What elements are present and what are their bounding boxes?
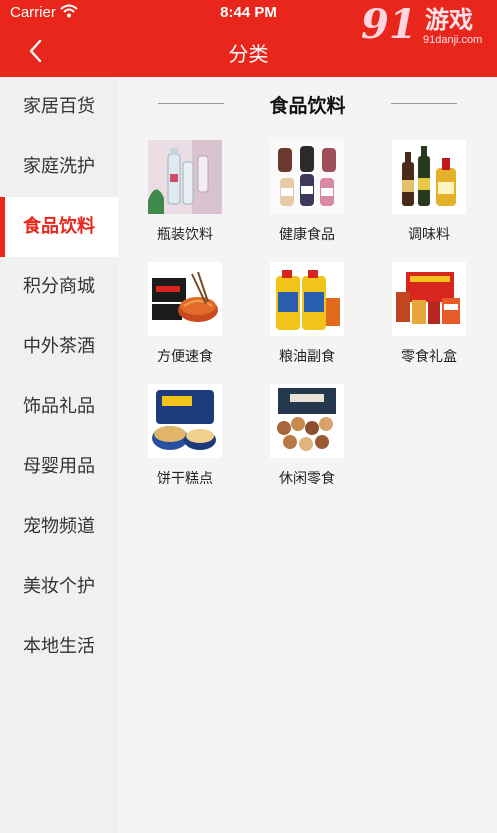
sidebar-item-accessories-gifts[interactable]: 饰品礼品 <box>0 377 118 437</box>
sidebar-item-home-care[interactable]: 家庭洗护 <box>0 137 118 197</box>
category-bottled-drinks[interactable]: 瓶装饮料 <box>130 140 240 250</box>
category-instant-noodles[interactable]: 方便速食 <box>130 262 240 372</box>
sidebar-item-label: 家庭洗护 <box>23 156 95 177</box>
sidebar-item-label: 母婴用品 <box>23 456 95 477</box>
category-cooking-oil[interactable]: 粮油副食 <box>252 262 362 372</box>
sidebar-item-label: 家居百货 <box>23 96 95 117</box>
category-content: 食品饮料 瓶装饮料 健康食品 调味料 方便速食 粮油副食 零食礼盒 饼干糕点 休… <box>118 77 497 833</box>
watermark-logo: 91 游戏 91danji.com <box>361 2 491 52</box>
category-snack-gift-box[interactable]: 零食礼盒 <box>374 262 484 372</box>
app-header: Carrier 8:44 PM 91 游戏 91danji.com 分类 <box>0 0 497 77</box>
divider <box>391 103 457 104</box>
sidebar-item-beauty[interactable]: 美妆个护 <box>0 557 118 617</box>
instant-noodles-image <box>148 262 222 336</box>
section-title: 食品饮料 <box>269 95 346 117</box>
category-nuts-snacks[interactable]: 休闲零食 <box>252 384 362 494</box>
sidebar-item-label: 食品饮料 <box>23 216 95 237</box>
sidebar-item-label: 本地生活 <box>23 636 95 657</box>
sidebar-item-label: 积分商城 <box>23 276 95 297</box>
back-button[interactable] <box>20 34 50 68</box>
bottled-drinks-image <box>148 140 222 214</box>
sidebar-item-label: 美妆个护 <box>23 576 95 597</box>
condiments-image <box>392 140 466 214</box>
watermark-text: 游戏 <box>425 6 473 34</box>
category-label: 零食礼盒 <box>401 349 457 365</box>
sidebar-item-baby[interactable]: 母婴用品 <box>0 437 118 497</box>
sidebar-item-local-life[interactable]: 本地生活 <box>0 617 118 677</box>
nuts-snacks-image <box>270 384 344 458</box>
sidebar-item-pets[interactable]: 宠物频道 <box>0 497 118 557</box>
category-label: 方便速食 <box>157 349 213 365</box>
section-header: 食品饮料 <box>118 91 497 121</box>
sidebar-item-home-goods[interactable]: 家居百货 <box>0 77 118 137</box>
watermark-number: 91 <box>361 1 417 48</box>
sidebar-item-label: 饰品礼品 <box>23 396 95 417</box>
sidebar-item-tea-wine[interactable]: 中外茶酒 <box>0 317 118 377</box>
sidebar-item-points-mall[interactable]: 积分商城 <box>0 257 118 317</box>
category-label: 饼干糕点 <box>157 471 213 487</box>
category-cookies[interactable]: 饼干糕点 <box>130 384 240 494</box>
snack-gift-box-image <box>392 262 466 336</box>
category-health-food[interactable]: 健康食品 <box>252 140 362 250</box>
category-sidebar: 家居百货 家庭洗护 食品饮料 积分商城 中外茶酒 饰品礼品 母婴用品 宠物频道 … <box>0 77 118 833</box>
health-food-image <box>270 140 344 214</box>
category-label: 粮油副食 <box>279 349 335 365</box>
sidebar-item-label: 中外茶酒 <box>23 336 95 357</box>
cooking-oil-image <box>270 262 344 336</box>
category-condiments[interactable]: 调味料 <box>374 140 484 250</box>
category-label: 健康食品 <box>279 227 335 243</box>
sidebar-item-label: 宠物频道 <box>23 516 95 537</box>
category-label: 调味料 <box>408 227 450 243</box>
category-label: 休闲零食 <box>279 471 335 487</box>
watermark-url: 91danji.com <box>423 34 483 46</box>
category-label: 瓶装饮料 <box>157 227 213 243</box>
chevron-left-icon <box>29 39 42 63</box>
cookies-image <box>148 384 222 458</box>
sidebar-item-food-beverage[interactable]: 食品饮料 <box>0 197 118 257</box>
